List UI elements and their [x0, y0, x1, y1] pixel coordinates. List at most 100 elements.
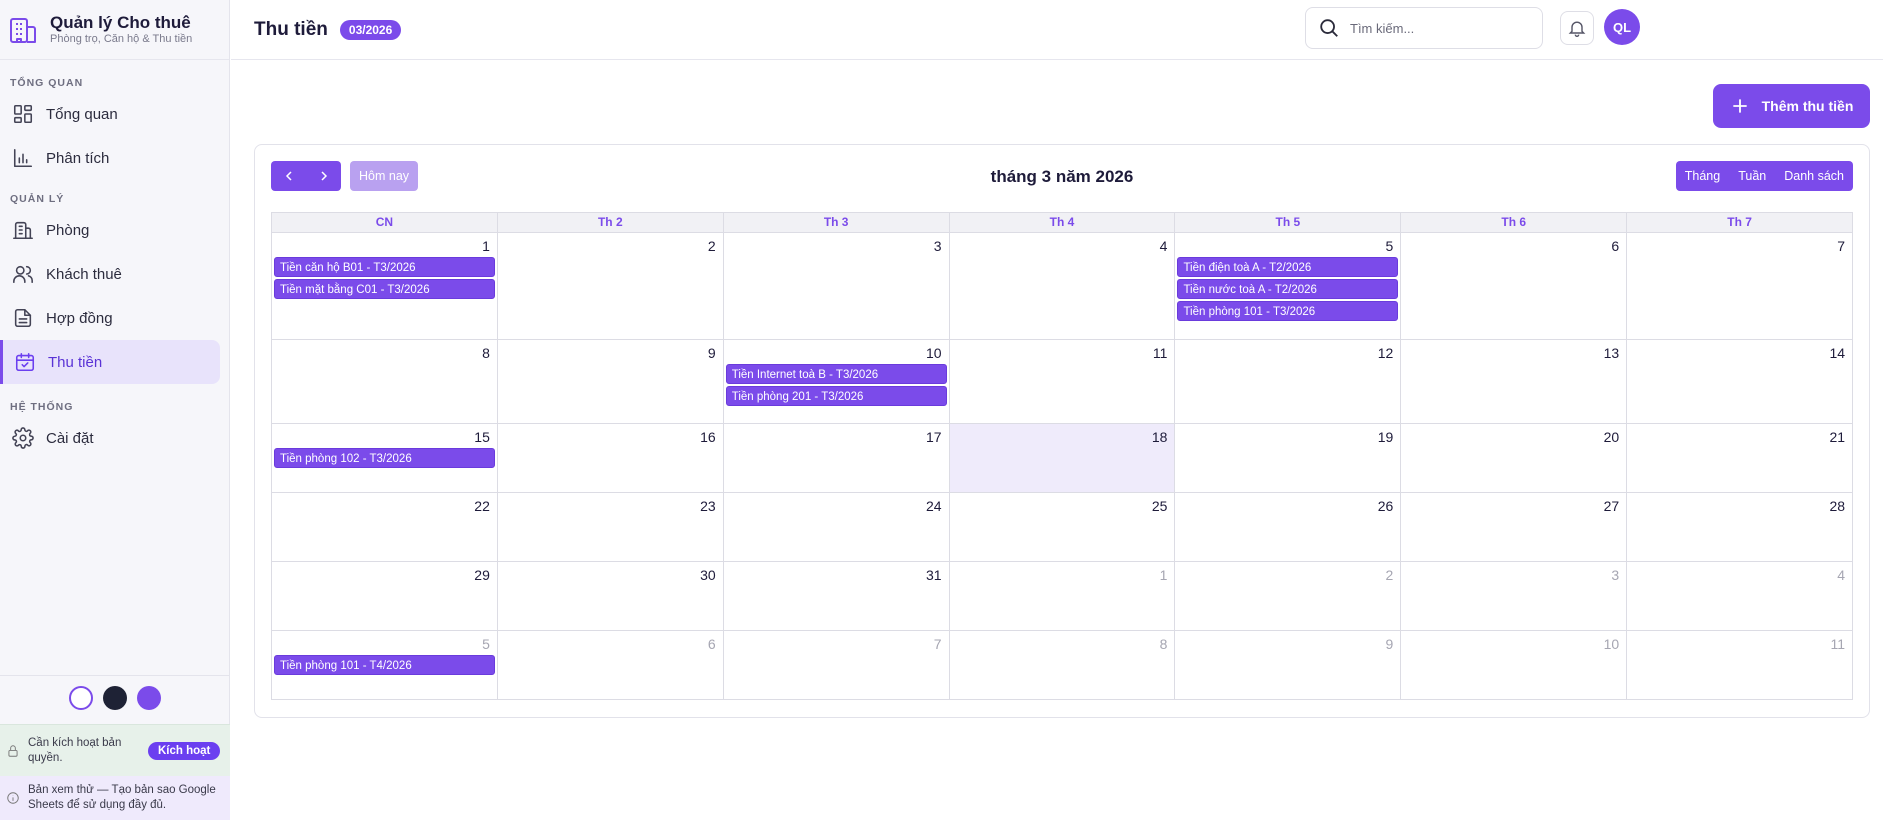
sidebar-item-rooms[interactable]: Phòng	[0, 208, 221, 252]
day-number[interactable]: 28	[1629, 496, 1850, 517]
sidebar-item-tenants[interactable]: Khách thuê	[0, 252, 221, 296]
calendar-day[interactable]: 6	[1401, 233, 1628, 339]
day-number[interactable]: 2	[500, 236, 721, 257]
day-number[interactable]: 20	[1403, 427, 1624, 448]
day-number[interactable]: 31	[726, 565, 947, 586]
day-number[interactable]: 29	[274, 565, 495, 586]
calendar-event[interactable]: Tiền điện toà A - T2/2026	[1177, 257, 1399, 277]
calendar-day[interactable]: 24	[724, 493, 950, 561]
day-number[interactable]: 25	[952, 496, 1173, 517]
day-number[interactable]: 4	[952, 236, 1173, 257]
calendar-event[interactable]: Tiền phòng 101 - T4/2026	[274, 655, 495, 675]
calendar-day[interactable]: 13	[1401, 340, 1628, 423]
day-number[interactable]: 7	[1629, 236, 1850, 257]
calendar-day[interactable]: 21	[1627, 424, 1852, 492]
day-number[interactable]: 5	[274, 634, 495, 655]
day-number[interactable]: 30	[500, 565, 721, 586]
day-number[interactable]: 8	[274, 343, 495, 364]
calendar-day-today[interactable]: 18	[949, 424, 1176, 492]
activate-license-button[interactable]: Kích hoạt	[148, 741, 221, 760]
day-number[interactable]: 21	[1629, 427, 1850, 448]
day-number[interactable]: 2	[1177, 565, 1398, 586]
day-number[interactable]: 19	[1177, 427, 1398, 448]
view-week-button[interactable]: Tuần	[1729, 161, 1775, 191]
notifications-button[interactable]	[1560, 11, 1594, 45]
calendar-event[interactable]: Tiền nước toà A - T2/2026	[1177, 279, 1399, 299]
calendar-day[interactable]: 31	[724, 562, 950, 630]
prev-month-button[interactable]	[271, 161, 306, 191]
calendar-day[interactable]: 9	[1175, 631, 1402, 699]
sidebar-item-analytics[interactable]: Phân tích	[0, 136, 221, 180]
day-number[interactable]: 6	[1403, 236, 1624, 257]
day-number[interactable]: 4	[1629, 565, 1850, 586]
day-number[interactable]: 26	[1177, 496, 1398, 517]
day-number[interactable]: 7	[726, 634, 947, 655]
theme-purple-option[interactable]	[137, 686, 161, 710]
day-number[interactable]: 16	[500, 427, 721, 448]
calendar-day[interactable]: 1 Tiền căn hộ B01 - T3/2026 Tiền mặt bằng …	[272, 233, 498, 339]
sidebar-item-overview[interactable]: Tổng quan	[0, 92, 221, 136]
calendar-day[interactable]: 14	[1627, 340, 1852, 423]
calendar-day[interactable]: 4	[1627, 562, 1852, 630]
calendar-day[interactable]: 29	[272, 562, 498, 630]
day-number[interactable]: 11	[952, 343, 1173, 364]
day-number[interactable]: 1	[952, 565, 1173, 586]
calendar-day[interactable]: 16	[498, 424, 724, 492]
day-number[interactable]: 1	[274, 236, 495, 257]
sidebar-item-payments[interactable]: Thu tiền	[0, 340, 220, 384]
day-number[interactable]: 3	[1403, 565, 1624, 586]
calendar-day[interactable]: 27	[1401, 493, 1628, 561]
calendar-day[interactable]: 3	[724, 233, 950, 339]
calendar-day[interactable]: 17	[724, 424, 950, 492]
calendar-day[interactable]: 7	[724, 631, 950, 699]
day-number[interactable]: 8	[952, 634, 1173, 655]
calendar-day[interactable]: 7	[1627, 233, 1852, 339]
calendar-day[interactable]: 5 Tiền điện toà A - T2/2026 Tiền nước toà …	[1175, 233, 1402, 339]
day-number[interactable]: 9	[500, 343, 721, 364]
calendar-day[interactable]: 20	[1401, 424, 1628, 492]
calendar-event[interactable]: Tiền căn hộ B01 - T3/2026	[274, 257, 495, 277]
calendar-day[interactable]: 11	[1627, 631, 1852, 699]
day-number[interactable]: 6	[500, 634, 721, 655]
today-button[interactable]: Hôm nay	[350, 161, 419, 191]
calendar-day[interactable]: 5 Tiền phòng 101 - T4/2026	[272, 631, 498, 699]
day-number[interactable]: 10	[1403, 634, 1624, 655]
calendar-day[interactable]: 15 Tiền phòng 102 - T3/2026	[272, 424, 498, 492]
calendar-day[interactable]: 25	[950, 493, 1176, 561]
brand[interactable]: Quản lý Cho thuê Phòng trọ, Căn hộ & Thu…	[0, 0, 229, 60]
day-number[interactable]: 11	[1629, 634, 1850, 655]
day-number[interactable]: 5	[1177, 236, 1398, 257]
day-number[interactable]: 10	[726, 343, 947, 364]
calendar-day[interactable]: 2	[1175, 562, 1402, 630]
calendar-day[interactable]: 1	[950, 562, 1176, 630]
add-payment-button[interactable]: Thêm thu tiền	[1713, 84, 1870, 128]
calendar-event[interactable]: Tiền phòng 101 - T3/2026	[1177, 301, 1399, 321]
day-number[interactable]: 12	[1177, 343, 1398, 364]
avatar[interactable]: QL	[1604, 9, 1640, 45]
next-month-button[interactable]	[306, 161, 341, 191]
calendar-day[interactable]: 28	[1627, 493, 1852, 561]
day-number[interactable]: 23	[500, 496, 721, 517]
calendar-day[interactable]: 3	[1401, 562, 1628, 630]
day-number[interactable]: 22	[274, 496, 495, 517]
calendar-day[interactable]: 8	[272, 340, 498, 423]
search-box[interactable]	[1305, 7, 1543, 49]
theme-dark-option[interactable]	[103, 686, 127, 710]
day-number[interactable]: 27	[1403, 496, 1624, 517]
sidebar-item-contracts[interactable]: Hợp đồng	[0, 296, 221, 340]
calendar-day[interactable]: 12	[1175, 340, 1402, 423]
view-list-button[interactable]: Danh sách	[1775, 161, 1853, 191]
day-number[interactable]: 3	[726, 236, 947, 257]
theme-light-option[interactable]	[69, 686, 93, 710]
calendar-day[interactable]: 8	[950, 631, 1176, 699]
calendar-day[interactable]: 19	[1175, 424, 1402, 492]
day-number[interactable]: 17	[726, 427, 947, 448]
calendar-day[interactable]: 4	[950, 233, 1176, 339]
calendar-day[interactable]: 9	[498, 340, 724, 423]
calendar-event[interactable]: Tiền mặt bằng C01 - T3/2026	[274, 279, 495, 299]
day-number[interactable]: 14	[1629, 343, 1850, 364]
calendar-day[interactable]: 11	[950, 340, 1176, 423]
sidebar-item-settings[interactable]: Cài đặt	[0, 416, 221, 460]
search-input[interactable]	[1350, 20, 1530, 36]
calendar-day[interactable]: 22	[272, 493, 498, 561]
